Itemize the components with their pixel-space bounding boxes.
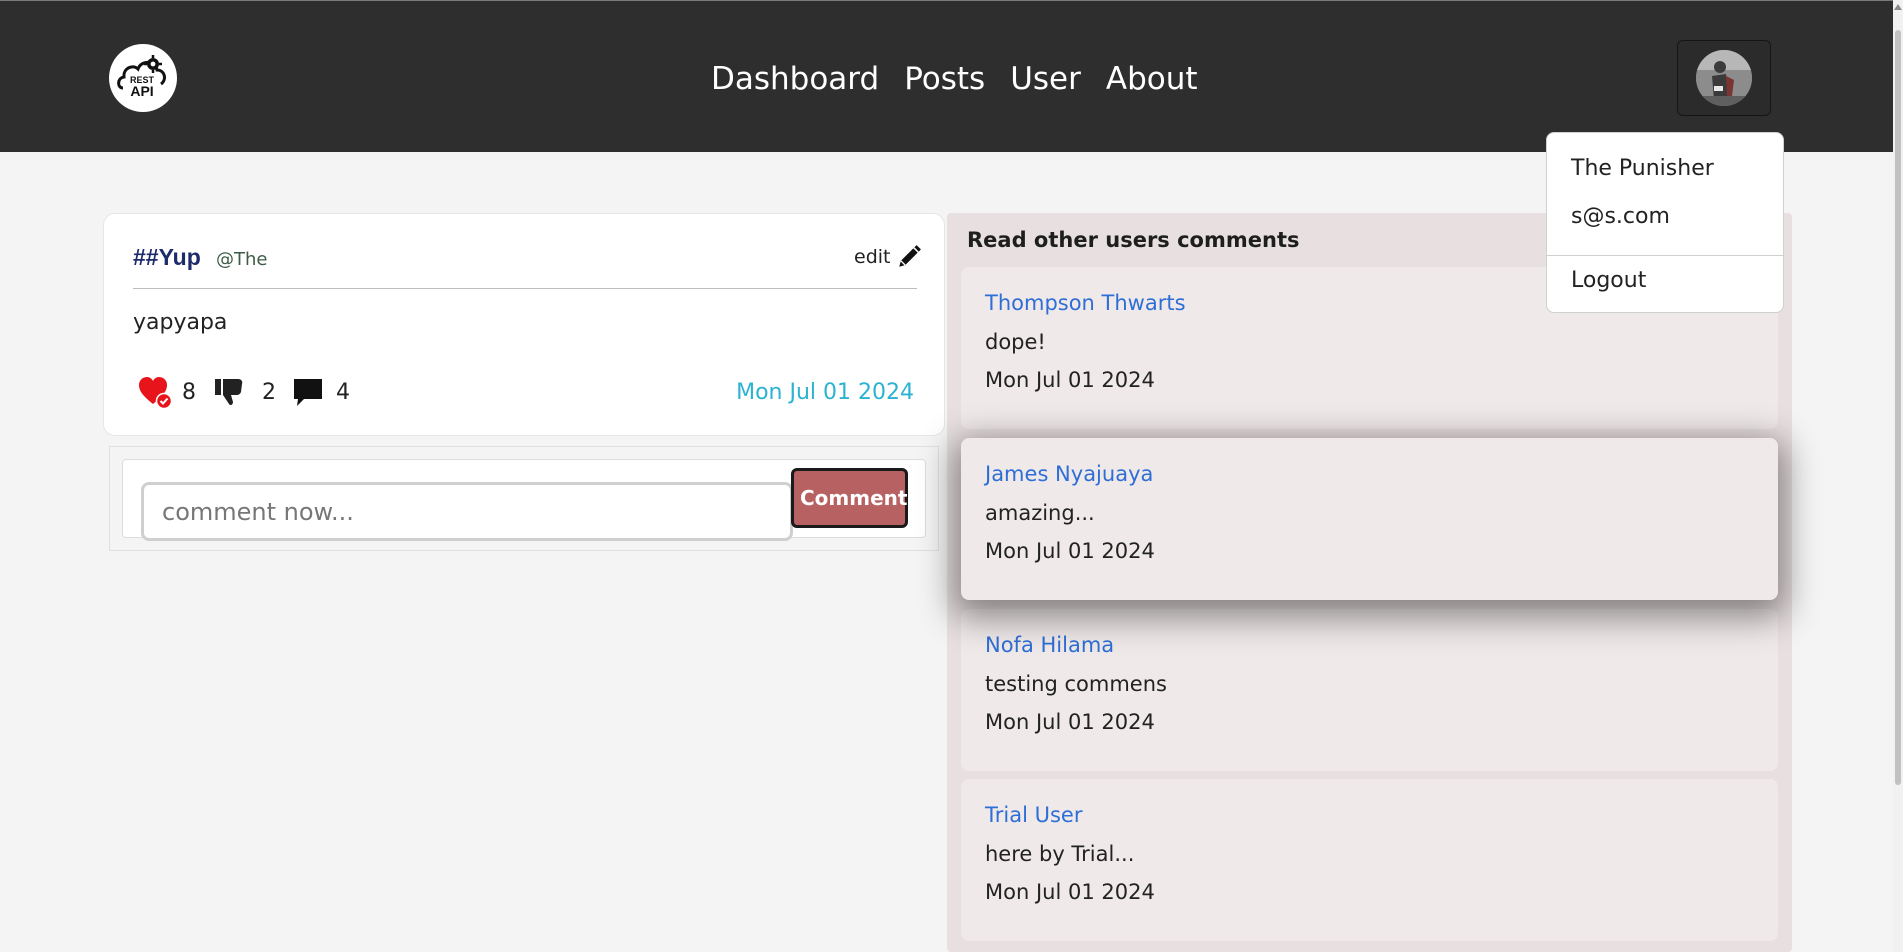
- avatar: [1696, 50, 1752, 106]
- scroll-up-arrow-icon[interactable]: [1894, 4, 1902, 10]
- user-dropdown-menu: The Punisher s@s.com Logout: [1546, 132, 1784, 313]
- speech-bubble-icon: [294, 379, 322, 406]
- comment-item: James Nyajuaya amazing... Mon Jul 01 202…: [961, 438, 1778, 600]
- edit-post-button[interactable]: edit: [854, 244, 922, 270]
- comment-date: Mon Jul 01 2024: [985, 368, 1155, 392]
- comment-user-link[interactable]: James Nyajuaya: [985, 462, 1153, 486]
- comment-input[interactable]: [141, 482, 793, 541]
- comment-text: testing commens: [985, 672, 1167, 696]
- user-email: s@s.com: [1571, 204, 1670, 229]
- post-title: ##Yup: [133, 244, 201, 270]
- comment-text: here by Trial...: [985, 842, 1135, 866]
- comment-user-link[interactable]: Thompson Thwarts: [985, 291, 1186, 315]
- post-stats: 8 2 4: [138, 374, 350, 410]
- logo-text-bottom: API: [130, 83, 153, 99]
- cloud-gear-logo-icon: REST API: [110, 45, 176, 111]
- like-count: 8: [182, 379, 196, 405]
- comment-text: dope!: [985, 330, 1046, 354]
- comment-text: amazing...: [985, 501, 1095, 525]
- comment-item: Nofa Hilama testing commens Mon Jul 01 2…: [961, 609, 1778, 771]
- comments-heading: Read other users comments: [967, 228, 1300, 252]
- navbar: REST API Dashboard Posts User About: [0, 1, 1893, 152]
- pencil-icon: [899, 245, 922, 267]
- logout-button[interactable]: Logout: [1571, 268, 1646, 293]
- post-author-handle[interactable]: @The: [216, 249, 267, 270]
- user-name: The Punisher: [1571, 156, 1714, 181]
- comment-user-link[interactable]: Nofa Hilama: [985, 633, 1114, 657]
- nav-posts[interactable]: Posts: [904, 57, 985, 101]
- dropdown-divider: [1547, 255, 1783, 256]
- user-avatar-photo-icon: [1696, 50, 1752, 106]
- dislike-button[interactable]: 2: [214, 376, 276, 408]
- post-divider: [133, 288, 917, 289]
- post-body: yapyapa: [133, 310, 228, 335]
- main-nav: Dashboard Posts User About: [711, 57, 1198, 101]
- edit-label: edit: [854, 246, 891, 268]
- comment-count: 4: [336, 379, 350, 405]
- heart-check-icon: [139, 377, 173, 410]
- user-menu-toggle[interactable]: [1677, 40, 1771, 116]
- comment-date: Mon Jul 01 2024: [985, 539, 1155, 563]
- like-button[interactable]: 8: [138, 374, 196, 410]
- comment-item: Trial User here by Trial... Mon Jul 01 2…: [961, 779, 1778, 941]
- page-scrollbar[interactable]: [1893, 0, 1903, 952]
- dislike-count: 2: [262, 379, 276, 405]
- comment-date: Mon Jul 01 2024: [985, 710, 1155, 734]
- rest-api-logo[interactable]: REST API: [109, 44, 177, 112]
- scrollbar-thumb[interactable]: [1895, 30, 1901, 785]
- nav-about[interactable]: About: [1106, 57, 1198, 101]
- thumbs-down-icon: [215, 379, 243, 406]
- nav-user[interactable]: User: [1010, 57, 1081, 101]
- comment-date: Mon Jul 01 2024: [985, 880, 1155, 904]
- comments-panel: Read other users comments Thompson Thwar…: [947, 213, 1792, 952]
- post-date: Mon Jul 01 2024: [736, 380, 914, 405]
- comments-button[interactable]: 4: [292, 376, 350, 408]
- nav-dashboard[interactable]: Dashboard: [711, 57, 879, 101]
- post-card: ##Yup @The edit yapyapa 8 2 4 Mon Jul 01…: [103, 213, 945, 436]
- comment-user-link[interactable]: Trial User: [985, 803, 1082, 827]
- comment-submit-button[interactable]: Comment: [791, 468, 908, 528]
